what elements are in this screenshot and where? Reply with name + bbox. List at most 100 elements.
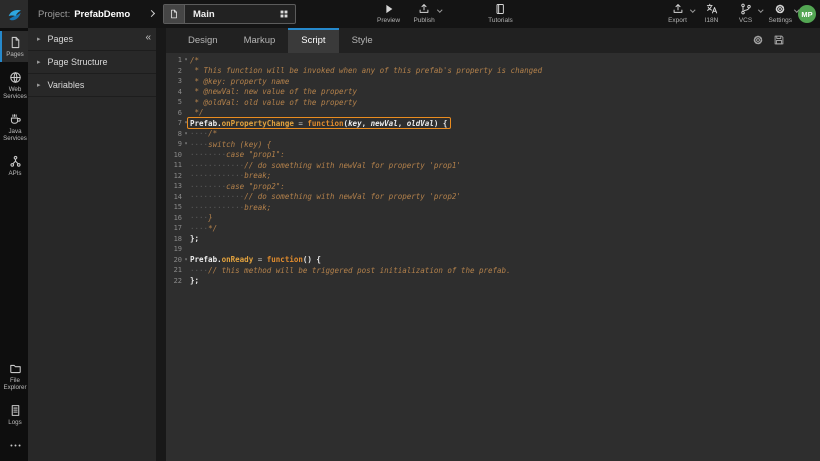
code-line-8[interactable]: 8▾····/* — [166, 129, 820, 140]
code-line-20[interactable]: 20▾Prefab.onReady = function() { — [166, 255, 820, 266]
topbar-button-vcs[interactable]: VCS — [735, 3, 757, 24]
topbar-button-i18n[interactable]: I18N — [701, 3, 723, 24]
code-token: ···· — [190, 224, 208, 233]
code-line-16[interactable]: 16····} — [166, 213, 820, 224]
code-line-text: * @key: property name — [190, 77, 289, 86]
code-token: * @newVal: new value of the property — [190, 87, 357, 96]
rail-item-apis[interactable]: APIs — [0, 150, 28, 181]
sidebar-section-label: Pages — [48, 34, 74, 44]
coffee-icon — [9, 113, 22, 126]
fold-toggle-icon[interactable]: ▾ — [182, 255, 190, 266]
rail-item-pages[interactable]: Pages — [0, 31, 28, 62]
code-line-9[interactable]: 9▾····switch (key) { — [166, 139, 820, 150]
code-token: onReady — [222, 255, 254, 264]
code-line-2[interactable]: 2 * This function will be invoked when a… — [166, 66, 820, 77]
sidebar-section-pages[interactable]: ▸Pages« — [28, 28, 156, 51]
code-line-text: ········case "prop1": — [190, 150, 285, 159]
code-line-text: ········case "prop2": — [190, 182, 285, 191]
topbar-button-publish[interactable]: Publish — [413, 3, 435, 24]
rail-item-java-services[interactable]: Java Services — [0, 108, 28, 146]
grid-view-button[interactable] — [273, 9, 295, 19]
code-line-14[interactable]: 14············// do something with newVa… — [166, 192, 820, 203]
project-label: Project: — [38, 9, 70, 20]
code-token: = — [253, 255, 267, 264]
code-token: ············ — [190, 192, 244, 201]
sidebar-section-page-structure[interactable]: ▸Page Structure — [28, 51, 156, 74]
code-line-12[interactable]: 12············break; — [166, 171, 820, 182]
line-number: 5 — [166, 98, 182, 106]
code-token: ···· — [190, 140, 208, 149]
code-line-text: ····} — [190, 213, 213, 222]
code-line-3[interactable]: 3 * @key: property name — [166, 76, 820, 87]
line-number: 11 — [166, 161, 182, 169]
collapse-panel-button[interactable]: « — [145, 32, 151, 43]
topbar-button-tutorials[interactable]: Tutorials — [488, 3, 513, 24]
code-line-text: /* — [190, 56, 199, 65]
line-number: 21 — [166, 266, 182, 274]
topbar-button-settings[interactable]: Settings — [769, 3, 793, 24]
code-line-5[interactable]: 5 * @oldVal: old value of the property — [166, 97, 820, 108]
topbar-button-export[interactable]: Export — [667, 3, 689, 24]
user-avatar[interactable]: MP — [798, 5, 816, 23]
page-selector[interactable]: Main — [163, 4, 296, 24]
code-line-13[interactable]: 13········case "prop2": — [166, 181, 820, 192]
app-logo[interactable] — [0, 0, 28, 28]
fold-toggle-icon[interactable]: ▾ — [182, 139, 190, 150]
save-icon[interactable] — [773, 34, 785, 46]
code-token: * This function will be invoked when any… — [190, 66, 542, 75]
fold-toggle-icon[interactable]: ▾ — [182, 55, 190, 66]
code-line-22[interactable]: 22}; — [166, 276, 820, 287]
code-line-10[interactable]: 10 ········case "prop1": — [166, 150, 820, 161]
code-token: case "prop1": — [226, 150, 285, 159]
chevron-right-icon — [148, 10, 155, 17]
code-line-17[interactable]: 17····*/ — [166, 223, 820, 234]
line-number: 22 — [166, 277, 182, 285]
chevron-down-icon — [690, 7, 695, 12]
code-line-7[interactable]: 7▾Prefab.onPropertyChange = function(key… — [166, 118, 820, 129]
line-number: 6 — [166, 109, 182, 117]
code-line-11[interactable]: 11············// do something with newVa… — [166, 160, 820, 171]
code-token: }; — [190, 234, 199, 243]
code-token: ···· — [190, 129, 208, 138]
tab-script[interactable]: Script — [288, 28, 338, 53]
gear-icon[interactable] — [752, 34, 764, 46]
code-line-18[interactable]: 18}; — [166, 234, 820, 245]
code-line-text: ····// this method will be triggered pos… — [190, 266, 511, 275]
chevron-down-icon — [437, 7, 442, 12]
code-token: ············ — [190, 161, 244, 170]
code-line-21[interactable]: 21 ····// this method will be triggered p… — [166, 265, 820, 276]
rail-item-web-services[interactable]: Web Services — [0, 66, 28, 104]
rail-item-logs[interactable]: Logs — [0, 399, 28, 430]
rail-item-file-explorer[interactable]: File Explorer — [0, 357, 28, 395]
rail-item-more[interactable] — [0, 434, 28, 456]
code-line-text: * @newVal: new value of the property — [190, 87, 357, 96]
code-token: newVal — [371, 119, 398, 128]
code-line-text: Prefab.onReady = function() { — [190, 255, 321, 264]
tab-markup[interactable]: Markup — [231, 28, 289, 53]
code-token: ········ — [190, 150, 226, 159]
topbar-button-label: Publish — [413, 17, 434, 24]
code-line-19[interactable]: 19 — [166, 244, 820, 255]
tab-style[interactable]: Style — [339, 28, 386, 53]
rail-item-label: Logs — [8, 419, 21, 426]
fold-toggle-icon[interactable]: ▾ — [182, 118, 190, 129]
code-token: ············ — [190, 171, 244, 180]
code-line-text: ····/* — [190, 129, 217, 138]
code-line-15[interactable]: 15 ············break; — [166, 202, 820, 213]
code-token: case "prop2": — [226, 182, 285, 191]
fold-toggle-icon[interactable]: ▾ — [182, 129, 190, 140]
panel-splitter[interactable] — [156, 28, 166, 461]
grid-icon — [279, 9, 289, 19]
line-number: 15 — [166, 203, 182, 211]
tab-design[interactable]: Design — [175, 28, 231, 53]
code-line-4[interactable]: 4 * @newVal: new value of the property — [166, 87, 820, 98]
code-token: }; — [190, 276, 199, 285]
code-token: /* — [190, 56, 199, 65]
code-editor[interactable]: 1▾/*2 * This function will be invoked wh… — [166, 53, 820, 461]
code-line-text: ············break; — [190, 203, 271, 212]
code-line-6[interactable]: 6 */ — [166, 108, 820, 119]
sidebar-section-variables[interactable]: ▸Variables — [28, 74, 156, 97]
line-number: 10 — [166, 151, 182, 159]
topbar-button-preview[interactable]: Preview — [377, 3, 400, 24]
code-line-1[interactable]: 1▾/* — [166, 55, 820, 66]
